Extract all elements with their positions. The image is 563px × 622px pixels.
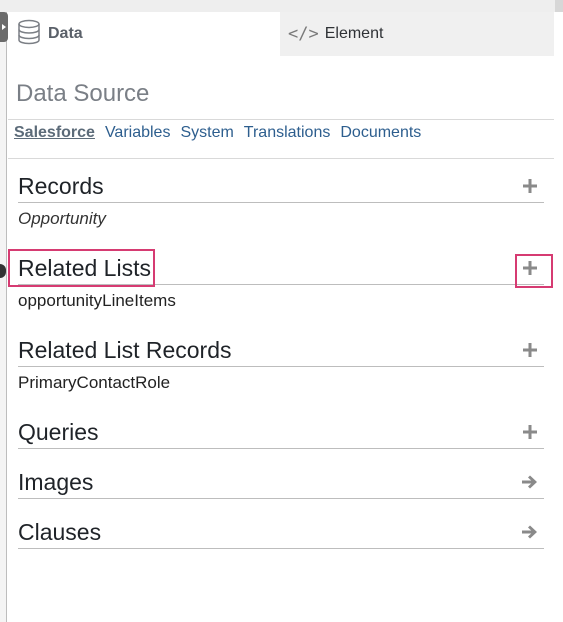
- tab-data[interactable]: Data: [8, 12, 280, 56]
- section-title: Records: [18, 172, 104, 199]
- data-source-subnav: Salesforce Variables System Translations…: [14, 124, 421, 142]
- database-icon: [16, 19, 42, 50]
- open-clauses-button[interactable]: [516, 518, 544, 546]
- list-item[interactable]: Opportunity: [18, 209, 544, 229]
- plus-icon: [523, 425, 537, 439]
- tab-bar: Data </> Element: [8, 12, 554, 56]
- subnav-salesforce[interactable]: Salesforce: [14, 124, 95, 142]
- section-related-list-records: Related List Records PrimaryContactRole: [18, 334, 544, 393]
- list-item[interactable]: PrimaryContactRole: [18, 373, 544, 393]
- divider: [8, 119, 554, 120]
- subnav-documents[interactable]: Documents: [340, 124, 421, 142]
- plus-icon: [523, 343, 537, 357]
- tab-element[interactable]: </> Element: [280, 12, 554, 56]
- section-header: Clauses: [18, 516, 544, 549]
- code-icon: </>: [288, 24, 319, 44]
- open-images-button[interactable]: [516, 468, 544, 496]
- panel-title: Data Source: [16, 80, 150, 107]
- left-collapse-tab[interactable]: [0, 12, 8, 42]
- top-strip: [0, 0, 563, 12]
- add-related-list-record-button[interactable]: [516, 336, 544, 364]
- tab-element-label: Element: [324, 25, 384, 42]
- section-title: Queries: [18, 418, 99, 445]
- highlight-related-lists-add: [515, 254, 553, 288]
- subnav-translations[interactable]: Translations: [244, 124, 331, 142]
- section-images: Images: [18, 466, 544, 499]
- divider: [8, 158, 554, 159]
- section-header: Queries: [18, 416, 544, 449]
- arrow-right-icon: [522, 525, 537, 539]
- section-header: Related List Records: [18, 334, 544, 367]
- section-clauses: Clauses: [18, 516, 544, 549]
- section-queries: Queries: [18, 416, 544, 449]
- section-header: Images: [18, 466, 544, 499]
- subnav-variables[interactable]: Variables: [105, 124, 171, 142]
- left-rail: [0, 12, 7, 622]
- section-title: Clauses: [18, 518, 102, 545]
- add-record-button[interactable]: [516, 172, 544, 200]
- top-strip-edge: [555, 0, 563, 12]
- arrow-right-icon: [522, 475, 537, 489]
- list-item[interactable]: opportunityLineItems: [18, 291, 544, 311]
- plus-icon: [523, 179, 537, 193]
- section-title: Images: [18, 468, 94, 495]
- tab-data-label: Data: [48, 25, 83, 42]
- highlight-related-lists-title: [8, 249, 155, 287]
- subnav-system[interactable]: System: [180, 124, 233, 142]
- section-header: Records: [18, 170, 544, 203]
- add-query-button[interactable]: [516, 418, 544, 446]
- section-title: Related List Records: [18, 336, 232, 363]
- section-records: Records Opportunity: [18, 170, 544, 229]
